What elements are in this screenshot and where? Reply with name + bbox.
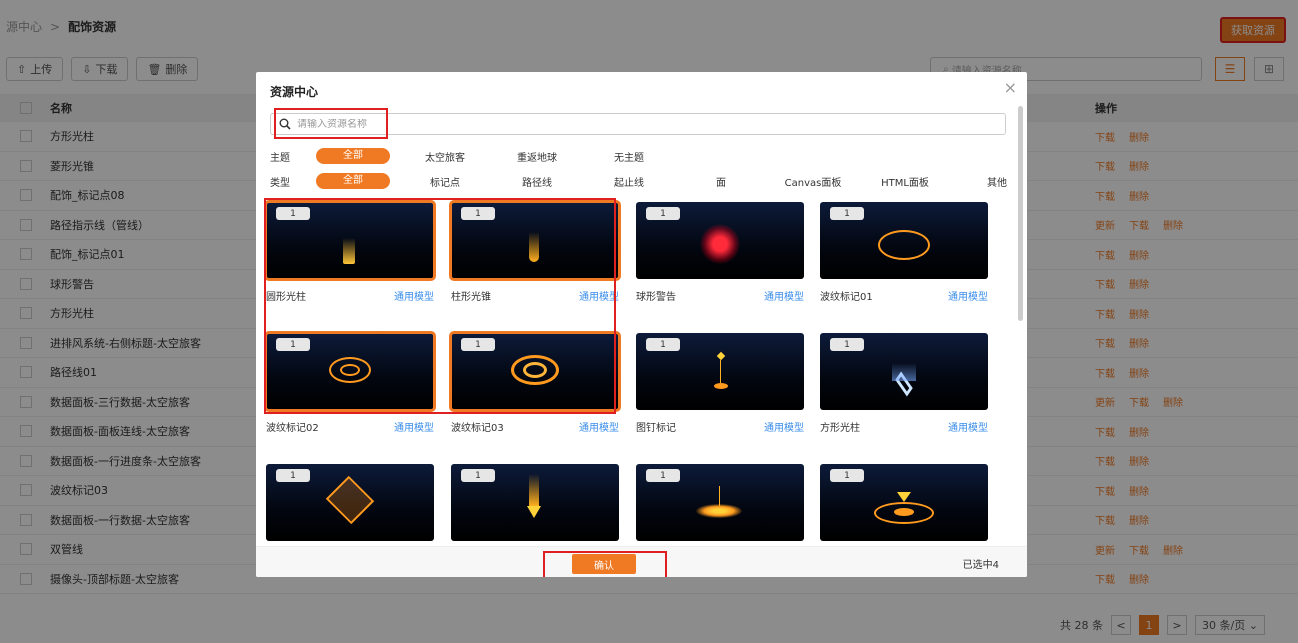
modal-scrollbar[interactable] bbox=[1018, 106, 1023, 321]
resource-card[interactable]: 1 波纹标记03 通用模型 bbox=[449, 331, 621, 434]
card-title: 方形光柱 bbox=[820, 423, 860, 434]
count-badge: 1 bbox=[646, 338, 680, 351]
selected-count: 已选中4 bbox=[962, 560, 999, 571]
resource-thumbnail[interactable]: 1 bbox=[266, 464, 434, 541]
card-type-link[interactable]: 通用模型 bbox=[764, 288, 804, 303]
type-chip-canvas[interactable]: Canvas面板 bbox=[776, 174, 850, 189]
card-footer: 方形光柱 通用模型 bbox=[820, 419, 988, 434]
modal-title: 资源中心 bbox=[270, 85, 319, 99]
theme-chip-space[interactable]: 太空旅客 bbox=[408, 149, 482, 164]
card-title: 柱形光锥 bbox=[451, 292, 491, 303]
card-title: 圆形光柱 bbox=[266, 292, 306, 303]
card-footer: 图钉标记 通用模型 bbox=[636, 419, 804, 434]
confirm-button[interactable]: 确认 bbox=[572, 554, 636, 574]
count-badge: 1 bbox=[461, 207, 495, 220]
theme-chip-all[interactable]: 全部 bbox=[316, 148, 390, 164]
card-type-link[interactable]: 通用模型 bbox=[579, 419, 619, 434]
close-icon[interactable]: × bbox=[1004, 78, 1017, 97]
card-title: 波纹标记02 bbox=[266, 423, 319, 434]
type-chip-html[interactable]: HTML面板 bbox=[868, 174, 942, 189]
count-badge: 1 bbox=[276, 469, 310, 482]
resource-card[interactable]: 1 圆形光柱 通用模型 bbox=[264, 200, 436, 303]
resource-card[interactable]: 1 bbox=[451, 464, 619, 550]
resource-thumbnail[interactable]: 1 bbox=[264, 331, 436, 412]
count-badge: 1 bbox=[646, 207, 680, 220]
card-title: 球形警告 bbox=[636, 292, 676, 303]
count-badge: 1 bbox=[461, 469, 495, 482]
resource-thumbnail[interactable]: 1 bbox=[264, 200, 436, 281]
resource-thumbnail[interactable]: 1 bbox=[636, 202, 804, 279]
resource-thumbnail[interactable]: 1 bbox=[449, 200, 621, 281]
card-type-link[interactable]: 通用模型 bbox=[394, 288, 434, 303]
card-type-link[interactable]: 通用模型 bbox=[764, 419, 804, 434]
resource-card[interactable]: 1 bbox=[636, 464, 804, 550]
card-footer: 球形警告 通用模型 bbox=[636, 288, 804, 303]
card-title: 波纹标记03 bbox=[451, 423, 504, 434]
card-type-link[interactable]: 通用模型 bbox=[394, 419, 434, 434]
search-icon bbox=[279, 118, 291, 130]
resource-thumbnail[interactable]: 1 bbox=[820, 202, 988, 279]
card-footer: 波纹标记01 通用模型 bbox=[820, 288, 988, 303]
count-badge: 1 bbox=[830, 469, 864, 482]
card-type-link[interactable]: 通用模型 bbox=[579, 288, 619, 303]
theme-filter: 主题 全部 太空旅客 重返地球 无主题 bbox=[270, 148, 666, 164]
card-title: 图钉标记 bbox=[636, 423, 676, 434]
resource-thumbnail[interactable]: 1 bbox=[449, 331, 621, 412]
type-filter: 类型 全部 标记点 路径线 起止线 面 Canvas面板 HTML面板 其他 bbox=[270, 173, 1027, 189]
resource-center-modal: 资源中心 × 主题 全部 太空旅客 重返地球 无主题 类型 全部 标记点 路径线… bbox=[256, 72, 1027, 577]
count-badge: 1 bbox=[830, 338, 864, 351]
count-badge: 1 bbox=[461, 338, 495, 351]
resource-card[interactable]: 1 方形光柱 通用模型 bbox=[820, 333, 988, 434]
resource-thumbnail[interactable]: 1 bbox=[636, 464, 804, 541]
resource-card[interactable]: 1 波纹标记01 通用模型 bbox=[820, 202, 988, 303]
count-badge: 1 bbox=[830, 207, 864, 220]
resource-card[interactable]: 1 球形警告 通用模型 bbox=[636, 202, 804, 303]
theme-chip-none[interactable]: 无主题 bbox=[592, 149, 666, 164]
resource-thumbnail[interactable]: 1 bbox=[820, 464, 988, 541]
type-chip-startend[interactable]: 起止线 bbox=[592, 174, 666, 189]
card-type-link[interactable]: 通用模型 bbox=[948, 288, 988, 303]
modal-search-field[interactable] bbox=[270, 113, 1006, 135]
modal-footer: 确认 已选中4 bbox=[256, 546, 1027, 577]
count-badge: 1 bbox=[646, 469, 680, 482]
count-badge: 1 bbox=[276, 338, 310, 351]
type-label: 类型 bbox=[270, 177, 290, 189]
type-chip-marker[interactable]: 标记点 bbox=[408, 174, 482, 189]
theme-label: 主题 bbox=[270, 152, 290, 164]
type-chip-other[interactable]: 其他 bbox=[960, 174, 1027, 189]
resource-thumbnail[interactable]: 1 bbox=[451, 464, 619, 541]
theme-chip-earth[interactable]: 重返地球 bbox=[500, 149, 574, 164]
type-chip-surface[interactable]: 面 bbox=[684, 174, 758, 189]
card-footer: 圆形光柱 通用模型 bbox=[266, 288, 434, 303]
card-footer: 波纹标记03 通用模型 bbox=[451, 419, 619, 434]
count-badge: 1 bbox=[276, 207, 310, 220]
modal-search-input[interactable] bbox=[297, 118, 977, 130]
type-chip-path[interactable]: 路径线 bbox=[500, 174, 574, 189]
resource-card[interactable]: 1 图钉标记 通用模型 bbox=[636, 333, 804, 434]
resource-card[interactable]: 1 bbox=[266, 464, 434, 550]
resource-card[interactable]: 1 bbox=[820, 464, 988, 550]
resource-card[interactable]: 1 波纹标记02 通用模型 bbox=[264, 331, 436, 434]
type-chip-all[interactable]: 全部 bbox=[316, 173, 390, 189]
resource-card[interactable]: 1 柱形光锥 通用模型 bbox=[449, 200, 621, 303]
card-title: 波纹标记01 bbox=[820, 292, 873, 303]
resource-thumbnail[interactable]: 1 bbox=[820, 333, 988, 410]
resource-thumbnail[interactable]: 1 bbox=[636, 333, 804, 410]
card-footer: 柱形光锥 通用模型 bbox=[451, 288, 619, 303]
card-footer: 波纹标记02 通用模型 bbox=[266, 419, 434, 434]
card-type-link[interactable]: 通用模型 bbox=[948, 419, 988, 434]
